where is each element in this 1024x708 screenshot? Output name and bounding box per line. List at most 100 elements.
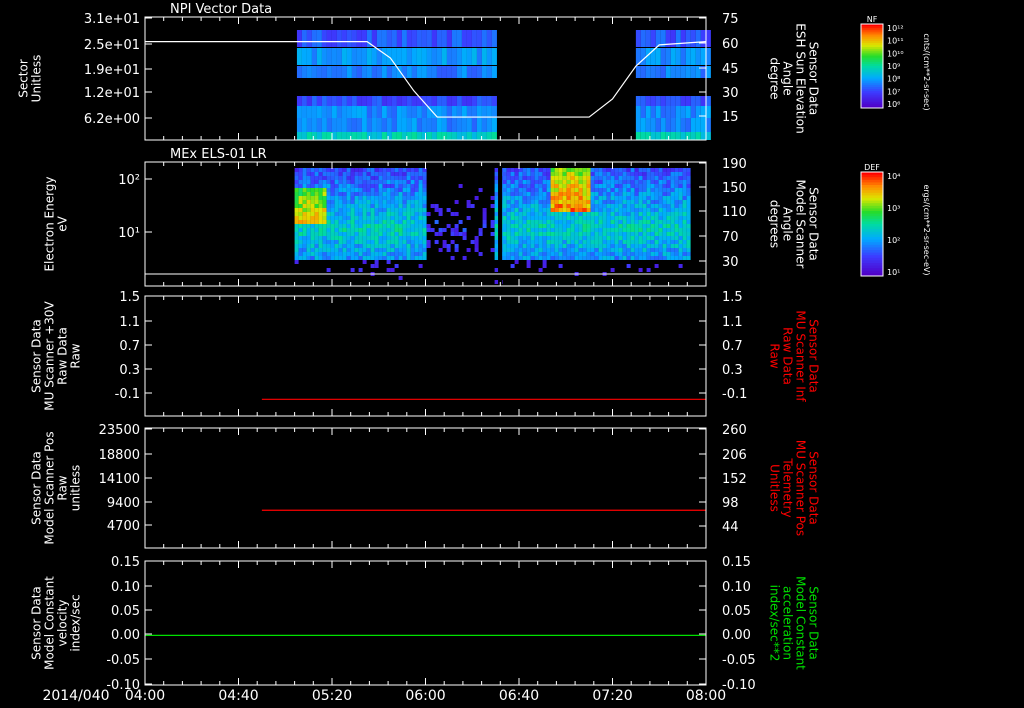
spectrogram-cell <box>618 180 623 184</box>
spectrogram-cell <box>358 236 363 240</box>
spectrogram-cell <box>354 172 359 176</box>
spectrogram-cell <box>386 30 392 47</box>
spectrogram-cell <box>342 256 347 260</box>
spectrogram-cell <box>534 180 539 184</box>
spectrogram-cell <box>518 176 523 180</box>
spectrogram-cell <box>506 196 511 200</box>
spectrogram-cell <box>654 252 659 256</box>
spectrogram-cell <box>321 30 327 47</box>
spectrogram-cell <box>670 256 675 260</box>
spectrogram-cell <box>666 252 671 256</box>
spectrogram-cell <box>301 96 307 106</box>
spectrogram-cell <box>371 48 377 65</box>
spectrogram-cell <box>655 106 661 118</box>
spectrogram-cell <box>510 244 515 248</box>
spectrogram-cell <box>670 196 675 200</box>
spectrogram-cell <box>630 180 635 184</box>
spectrogram-cell <box>326 200 331 204</box>
spectrogram-cell <box>490 224 495 228</box>
spectrogram-cell <box>602 168 607 172</box>
spectrogram-cell <box>546 172 551 176</box>
spectrogram-cell <box>574 240 579 244</box>
spectrogram-cell <box>666 208 671 212</box>
spectrogram-cell <box>406 216 411 220</box>
spectrogram-cell <box>654 188 659 192</box>
spectrogram-cell <box>418 208 423 212</box>
y-axis-label: Model Scanner Pos <box>43 431 57 544</box>
spectrogram-cell <box>534 232 539 236</box>
spectrogram-cell <box>518 232 523 236</box>
spectrogram-cell <box>341 30 347 47</box>
spectrogram-cell <box>322 204 327 208</box>
spectrogram-cell <box>296 30 302 47</box>
spectrogram-cell <box>414 216 419 220</box>
spectrogram-cell <box>346 66 352 78</box>
spectrogram-cell <box>502 252 507 256</box>
spectrogram-cell <box>678 248 683 252</box>
spectrogram-cell <box>662 192 667 196</box>
spectrogram-cell <box>518 180 523 184</box>
spectrogram-cell <box>361 48 367 65</box>
spectrogram-cell <box>334 192 339 196</box>
spectrogram-cell <box>650 208 655 212</box>
spectrogram-cell <box>330 200 335 204</box>
spectrogram-cell <box>406 200 411 204</box>
spectrogram-cell <box>654 232 659 236</box>
spectrogram-cell <box>322 176 327 180</box>
spectrogram-cell <box>414 196 419 200</box>
colorbar-units: cnts/(cm**2-sr-sec) <box>922 33 931 110</box>
spectrogram-cell <box>322 228 327 232</box>
spectrogram-cell <box>358 172 363 176</box>
spectrogram-cell <box>602 172 607 176</box>
spectrogram-cell <box>330 172 335 176</box>
spectrogram-cell <box>482 216 487 220</box>
spectrogram-cell <box>406 180 411 184</box>
spectrogram-cell <box>606 180 611 184</box>
spectrogram-cell <box>394 232 399 236</box>
spectrogram-cell <box>354 240 359 244</box>
spectrogram-cell <box>382 200 387 204</box>
spectrogram-cell <box>594 168 599 172</box>
spectrogram-cell <box>414 236 419 240</box>
spectrogram-cell <box>296 48 302 65</box>
spectrogram-cell <box>554 192 559 196</box>
spectrogram-cell <box>550 204 555 208</box>
spectrogram-cell <box>526 252 531 256</box>
spectrogram-cell <box>394 196 399 200</box>
spectrogram-cell <box>650 240 655 244</box>
spectrogram-cell <box>414 244 419 248</box>
spectrogram-cell <box>658 220 663 224</box>
spectrogram-cell <box>358 232 363 236</box>
spectrogram-cell <box>574 216 579 220</box>
spectrogram-cell <box>306 200 311 204</box>
colorbar-tick: 10⁸ <box>887 75 900 84</box>
spectrogram-cell <box>391 118 397 132</box>
spectrogram-cell <box>402 232 407 236</box>
spectrogram-cell <box>594 204 599 208</box>
spectrogram-cell <box>406 256 411 260</box>
spectrogram-cell <box>294 260 299 264</box>
spectrogram-cell <box>642 216 647 220</box>
spectrogram-cell <box>650 106 656 118</box>
spectrogram-cell <box>546 224 551 228</box>
spectrogram-cell <box>410 192 415 196</box>
spectrogram-cell <box>386 260 391 264</box>
spectrogram-cell <box>662 184 667 188</box>
spectrogram-cell <box>590 240 595 244</box>
spectrogram-cell <box>674 188 679 192</box>
spectrogram-cell <box>542 168 547 172</box>
spectrogram-cell <box>354 192 359 196</box>
spectrogram-cell <box>660 48 666 65</box>
spectrogram-cell <box>630 236 635 240</box>
spectrogram-cell <box>546 188 551 192</box>
spectrogram-cell <box>421 118 427 132</box>
spectrogram-cell <box>550 184 555 188</box>
spectrogram-cell <box>666 196 671 200</box>
time-tick-label: 04:00 <box>125 688 165 704</box>
spectrogram-cell <box>366 196 371 200</box>
spectrogram-cell <box>326 188 331 192</box>
spectrogram-cell <box>321 118 327 132</box>
spectrogram-cell <box>686 204 691 208</box>
spectrogram-cell <box>594 184 599 188</box>
spectrogram-cell <box>382 208 387 212</box>
